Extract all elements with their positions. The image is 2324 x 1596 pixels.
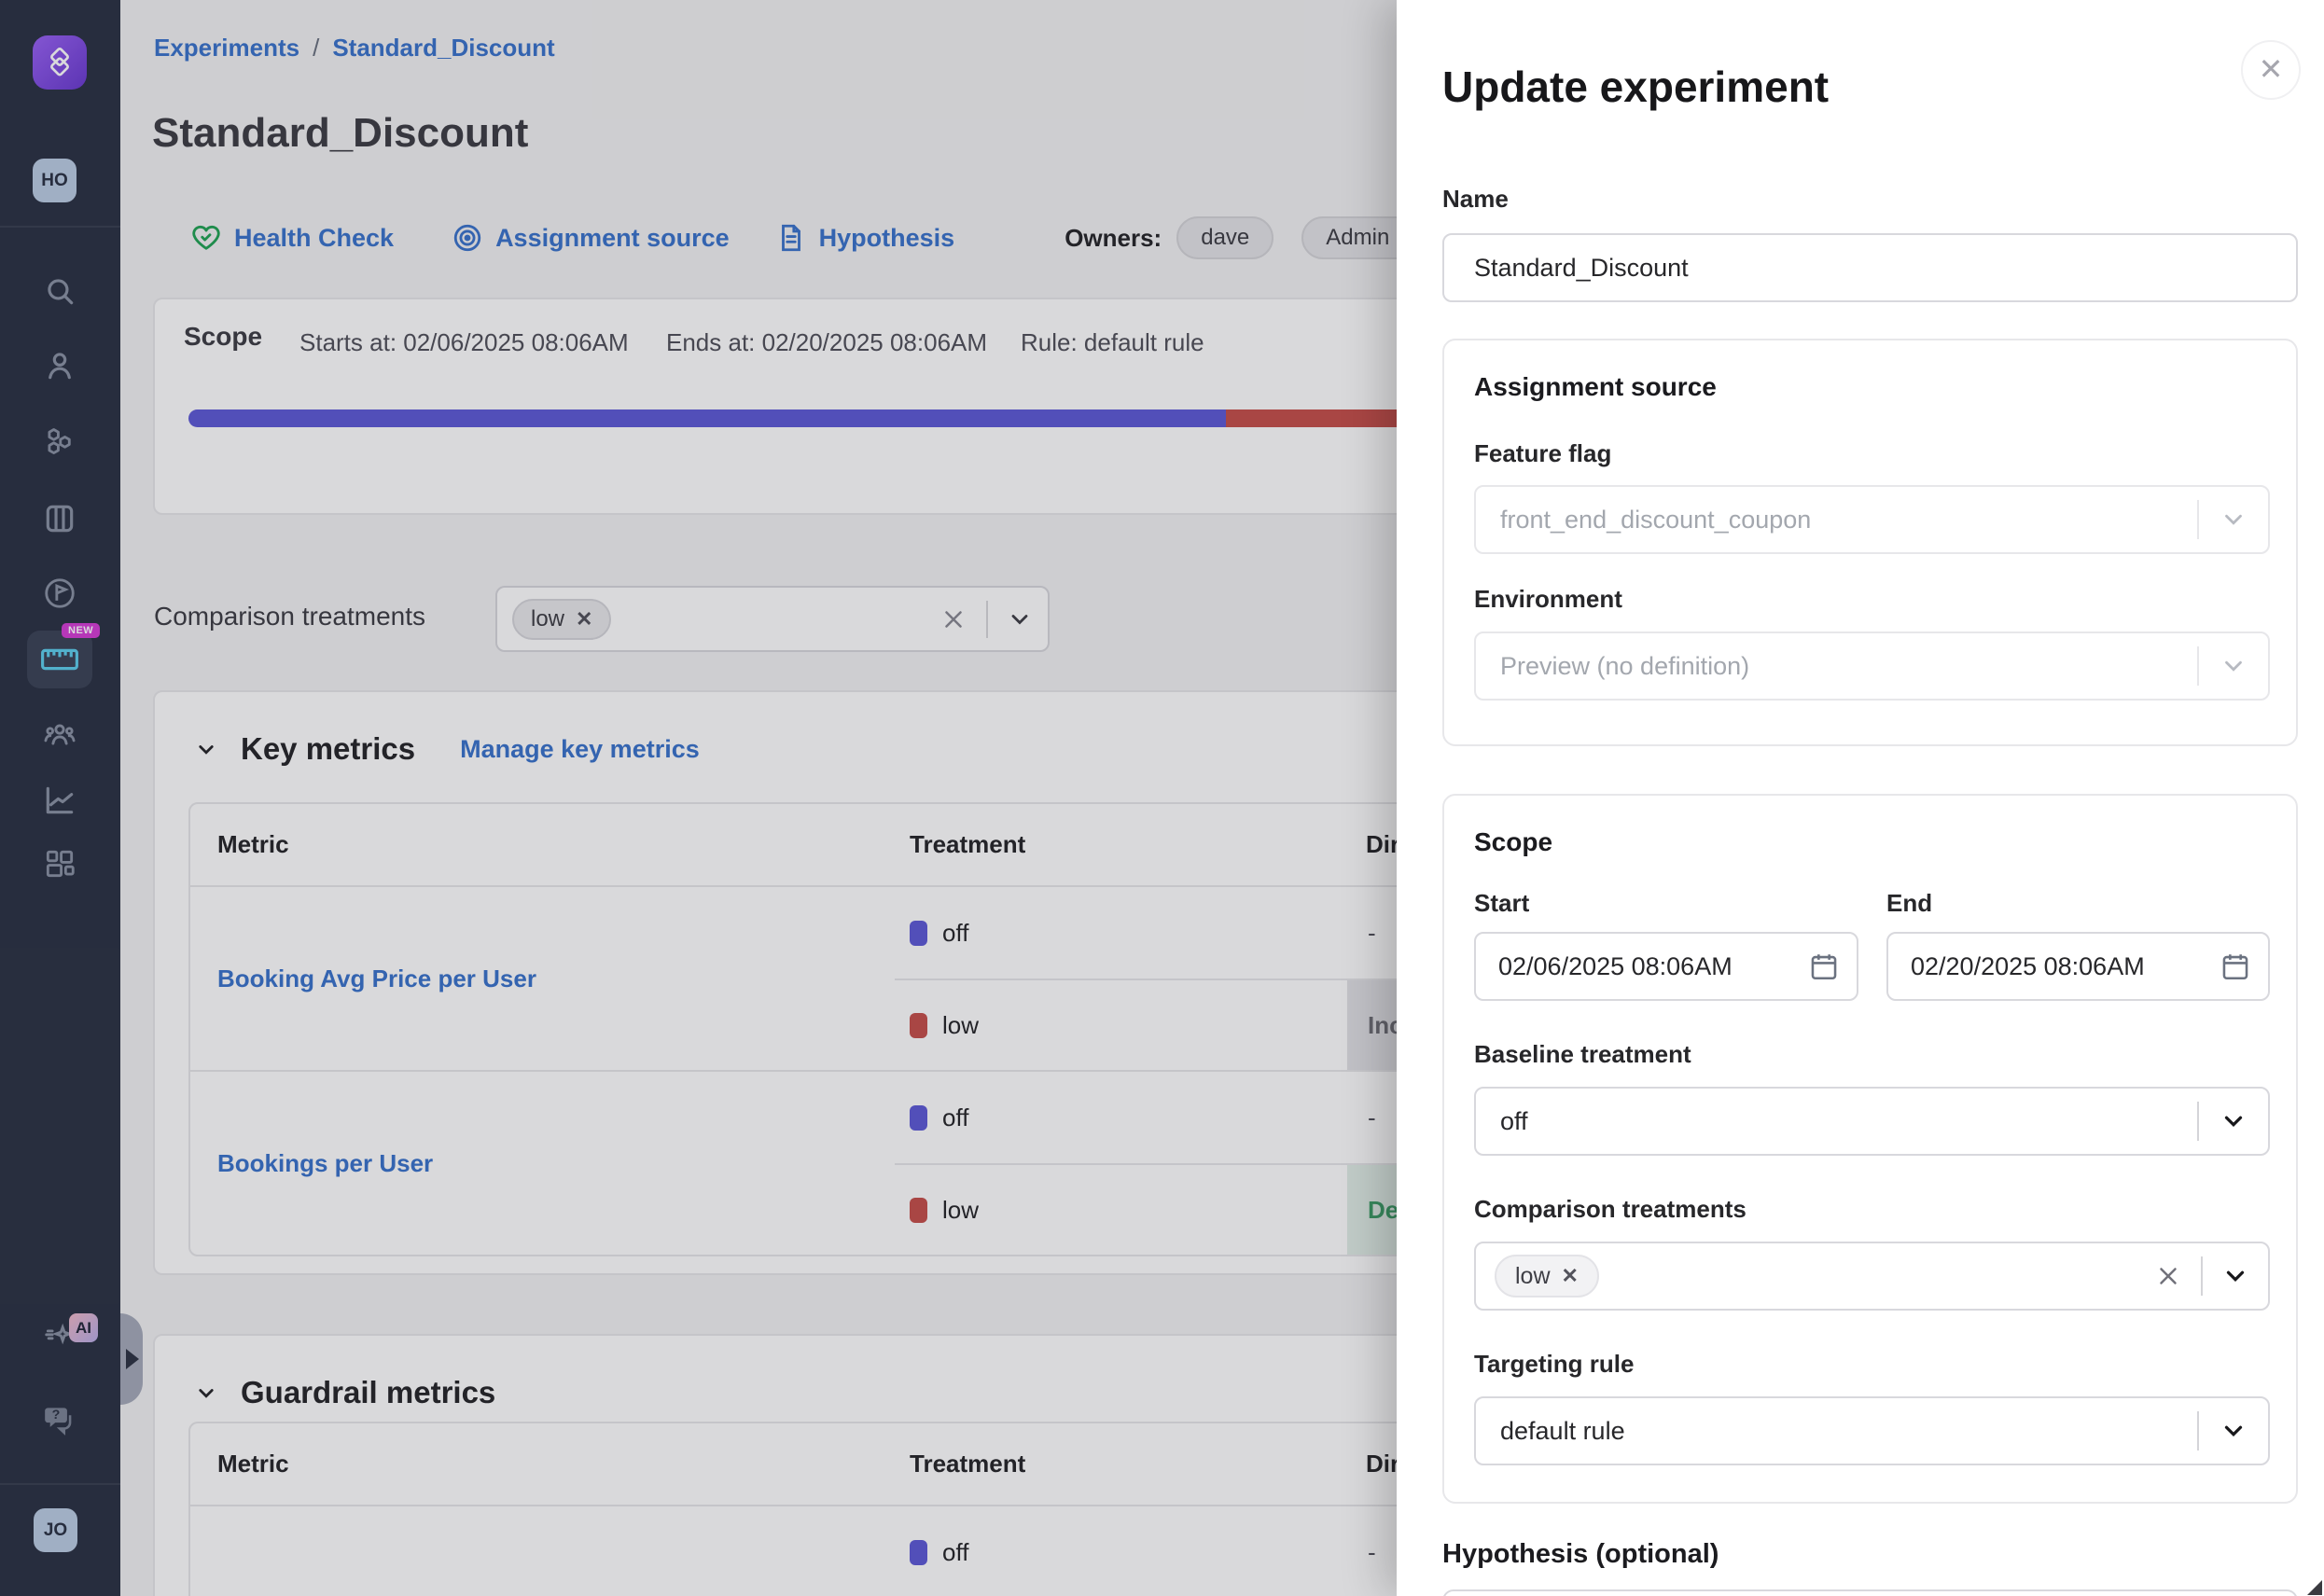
chip-remove-icon[interactable]: ✕ <box>1562 1264 1579 1288</box>
comparison-treatments-select[interactable]: low✕ <box>1474 1242 2270 1311</box>
chevron-down-icon <box>2220 1417 2247 1445</box>
comparison-treatments-label: Comparison treatments <box>1474 1195 1746 1224</box>
calendar-icon[interactable] <box>2220 951 2251 982</box>
environment-select[interactable]: Preview (no definition) <box>1474 631 2270 701</box>
end-date-input[interactable]: 02/20/2025 08:06AM <box>1886 932 2270 1001</box>
start-label: Start <box>1474 889 1529 918</box>
scope-heading: Scope <box>1474 827 1552 857</box>
resize-grip-icon[interactable] <box>2307 1580 2322 1595</box>
clear-icon[interactable] <box>2154 1262 2182 1290</box>
calendar-icon[interactable] <box>1808 951 1840 982</box>
start-date-input[interactable]: 02/06/2025 08:06AM <box>1474 932 1858 1001</box>
chevron-down-icon[interactable] <box>2221 1262 2249 1290</box>
update-experiment-panel: ✕ Update experiment Name Assignment sour… <box>1397 0 2324 1596</box>
targeting-rule-select[interactable]: default rule <box>1474 1396 2270 1465</box>
hypothesis-textarea[interactable] <box>1442 1589 2298 1596</box>
chevron-down-icon <box>2220 1107 2247 1135</box>
chevron-down-icon <box>2220 506 2247 534</box>
chevron-down-icon <box>2220 652 2247 680</box>
baseline-treatment-label: Baseline treatment <box>1474 1040 1691 1069</box>
app-window: HO NEW <box>0 0 2324 1596</box>
targeting-rule-label: Targeting rule <box>1474 1350 1634 1379</box>
feature-flag-select[interactable]: front_end_discount_coupon <box>1474 485 2270 554</box>
panel-title: Update experiment <box>1442 62 1829 112</box>
feature-flag-label: Feature flag <box>1474 439 1611 468</box>
scope-card: Scope Start End 02/06/2025 08:06AM 02/20… <box>1442 794 2298 1504</box>
assignment-source-heading: Assignment source <box>1474 372 1717 402</box>
environment-label: Environment <box>1474 585 1622 614</box>
modal-overlay[interactable] <box>0 0 1397 1596</box>
assignment-source-card: Assignment source Feature flag front_end… <box>1442 339 2298 746</box>
name-input[interactable] <box>1442 233 2298 302</box>
treatment-chip-low[interactable]: low✕ <box>1495 1255 1599 1298</box>
baseline-treatment-select[interactable]: off <box>1474 1087 2270 1156</box>
close-button[interactable]: ✕ <box>2241 40 2301 100</box>
name-label: Name <box>1442 185 1509 214</box>
hypothesis-optional-label: Hypothesis (optional) <box>1442 1539 1719 1570</box>
end-label: End <box>1886 889 1932 918</box>
